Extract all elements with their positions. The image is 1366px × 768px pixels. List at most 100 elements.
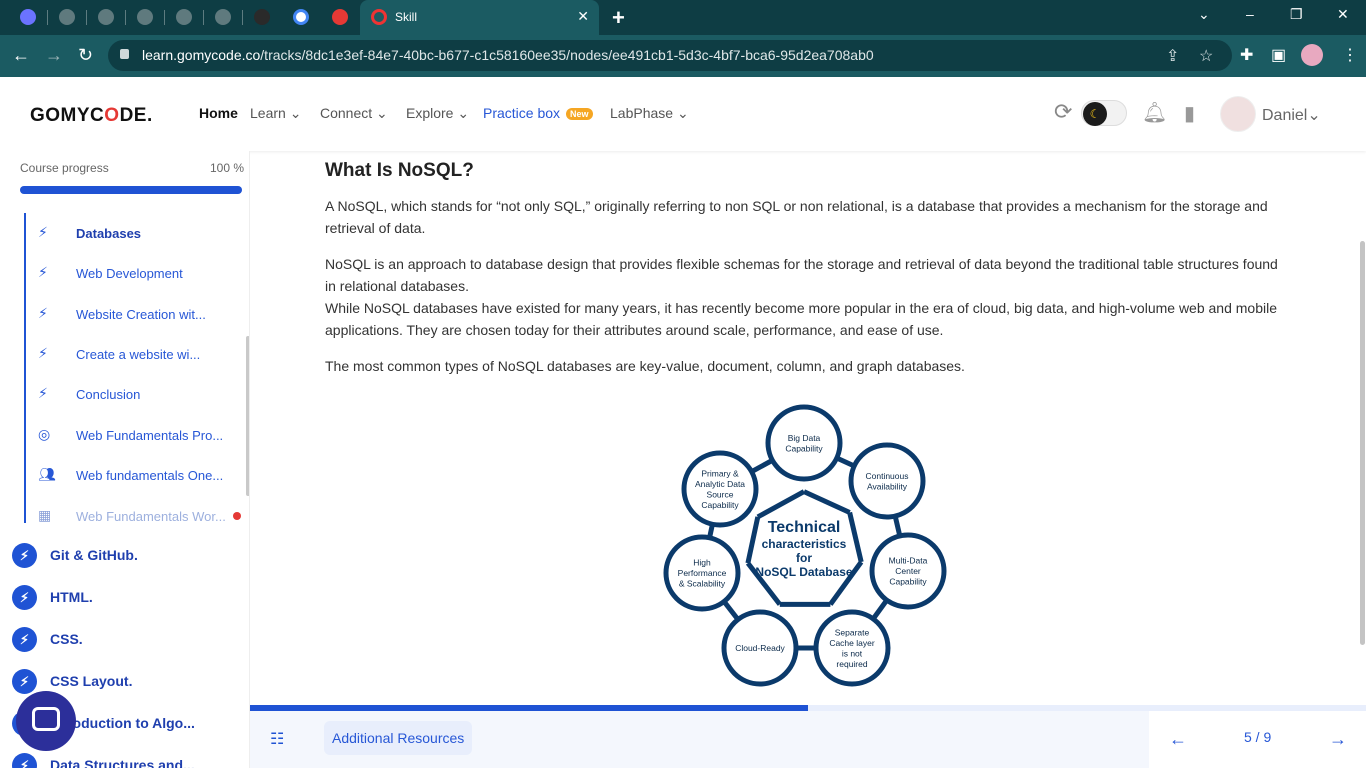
diagram-inner-link	[756, 489, 806, 520]
diagram-node: Cloud-Ready	[721, 609, 799, 687]
diagram-node-label: Continuous	[865, 471, 908, 481]
active-tab[interactable]: Skill ✕	[360, 0, 599, 35]
diagram-node-label: Multi-Data	[889, 556, 928, 566]
diagram-node: SeparateCache layeris notrequired	[813, 609, 891, 687]
close-window-button[interactable]: ✕	[1337, 6, 1349, 23]
diagram-inner-link	[802, 489, 851, 515]
menu-dots-icon[interactable]: ⋮	[1342, 45, 1358, 65]
minimize-button[interactable]: –	[1246, 6, 1254, 22]
diagram-inner-link	[847, 511, 864, 563]
diagram-node-label: Center	[895, 566, 921, 576]
bell-icon[interactable]: 🔔︎	[1142, 100, 1167, 125]
lesson-pager: ← 5 / 9 →	[1149, 711, 1366, 768]
module-tree-line	[24, 213, 26, 523]
paragraph: A NoSQL, which stands for “not only SQL,…	[325, 198, 1268, 236]
user-avatar[interactable]	[1220, 96, 1256, 132]
chevron-down-icon[interactable]: ⌄	[1198, 6, 1210, 23]
tab-favicon[interactable]	[137, 9, 153, 25]
nav-practice-box[interactable]: Practice box	[483, 105, 560, 121]
nav-connect[interactable]: Connect ⌄	[320, 105, 388, 122]
content-scrollbar[interactable]	[1360, 241, 1365, 645]
tab-favicon[interactable]	[59, 9, 75, 25]
browser-toolbar: ← → ↻ learn.gomycode.co/tracks/8dc1e3ef-…	[0, 35, 1366, 77]
target-icon: ◎	[38, 426, 51, 442]
chat-icon[interactable]: ▮	[1184, 101, 1195, 126]
new-badge: New	[566, 108, 593, 120]
tab-favicon[interactable]	[254, 9, 270, 25]
page-counter: 5 / 9	[1244, 729, 1272, 745]
nav-explore[interactable]: Explore ⌄	[406, 105, 469, 122]
bolt-icon: ⚡︎	[12, 627, 37, 652]
tab-divider	[125, 10, 126, 25]
dark-mode-toggle[interactable]: ☾	[1081, 100, 1127, 126]
browser-tab-strip: Skill ✕ + ⌄ – ❐ ✕	[0, 0, 1366, 35]
diagram-node: Multi-DataCenterCapability	[869, 532, 947, 610]
url-text[interactable]: learn.gomycode.co/tracks/8dc1e3ef-84e7-4…	[142, 47, 874, 63]
diagram-node-label: & Scalability	[679, 579, 726, 589]
additional-resources-button[interactable]: Additional Resources	[324, 721, 473, 755]
diagram-center-text: for	[796, 551, 812, 565]
diagram-node: HighPerformance& Scalability	[663, 534, 741, 612]
diagram-node-label: Availability	[867, 481, 908, 491]
new-tab-button[interactable]: +	[612, 5, 625, 31]
diagram-node-label: Separate	[835, 627, 870, 637]
diagram-node-label: required	[836, 659, 867, 669]
side-panel-icon[interactable]: ▣	[1271, 45, 1286, 65]
back-arrow-icon[interactable]: ←	[12, 45, 30, 66]
refresh-icon[interactable]: ⟳	[1054, 99, 1072, 125]
support-chat-button[interactable]	[16, 691, 76, 751]
bolt-icon: ⚡︎	[38, 385, 48, 401]
tab-divider	[164, 10, 165, 25]
paragraph: NoSQL is an approach to database design …	[325, 256, 1278, 294]
user-menu[interactable]: Daniel⌄	[1262, 105, 1321, 125]
diagram-center-text: NoSQL Database	[755, 565, 852, 579]
browser-profile-avatar[interactable]	[1301, 44, 1323, 66]
tab-divider	[86, 10, 87, 25]
bolt-icon: ⚡︎	[38, 224, 48, 240]
paragraph: While NoSQL databases have existed for m…	[325, 300, 1278, 338]
tab-favicon[interactable]	[215, 9, 231, 25]
lesson-heading: What Is NoSQL?	[325, 160, 474, 181]
list-icon[interactable]: ☷	[270, 729, 284, 749]
tab-divider	[203, 10, 204, 25]
star-icon[interactable]: ☆	[1199, 46, 1213, 66]
next-arrow-icon[interactable]: →	[1329, 729, 1347, 750]
prev-arrow-icon[interactable]: ←	[1169, 729, 1187, 750]
diagram-node-label: Source	[707, 489, 734, 499]
close-icon[interactable]: ✕	[577, 8, 589, 25]
diagram-node-label: Big Data	[788, 433, 821, 443]
bolt-icon: ⚡︎	[12, 753, 37, 768]
bolt-icon: ⚡︎	[12, 585, 37, 610]
course-progress-bar	[20, 186, 242, 194]
nav-learn[interactable]: Learn ⌄	[250, 105, 301, 122]
restore-button[interactable]: ❐	[1290, 6, 1303, 23]
tab-favicon[interactable]	[20, 9, 36, 25]
forward-arrow-icon[interactable]: →	[45, 45, 63, 66]
diagram-node-label: Performance	[678, 568, 727, 578]
address-bar[interactable]: learn.gomycode.co/tracks/8dc1e3ef-84e7-4…	[108, 40, 1232, 71]
nav-labphase[interactable]: LabPhase ⌄	[610, 105, 689, 122]
diagram-inner-link	[745, 516, 761, 564]
diagram-center-title: Technical	[768, 519, 841, 536]
lock-icon[interactable]	[120, 49, 129, 59]
diagram-node-label: High	[693, 558, 711, 568]
diagram-node-label: Capability	[889, 577, 927, 587]
extensions-icon[interactable]: ✚	[1240, 45, 1253, 65]
diagram-node-label: Capability	[701, 500, 739, 510]
tab-favicon[interactable]	[176, 9, 192, 25]
bolt-icon: ⚡︎	[12, 543, 37, 568]
gomycode-logo[interactable]: GOMYCODE.	[30, 105, 153, 127]
diagram-node-label: is not	[842, 648, 863, 658]
bolt-icon: ⚡︎	[38, 305, 48, 321]
google-tab-favicon[interactable]	[293, 9, 309, 25]
people-icon: 👥︎	[38, 466, 56, 482]
app-header: GOMYCODE. Home Learn ⌄ Connect ⌄ Explore…	[0, 77, 1366, 151]
share-icon[interactable]: ⇪	[1166, 46, 1179, 66]
reload-icon[interactable]: ↻	[78, 45, 93, 66]
tab-favicon[interactable]	[98, 9, 114, 25]
tab-favicon[interactable]	[332, 9, 348, 25]
tab-favicon	[371, 9, 387, 25]
workshop-icon: ▦	[38, 507, 52, 523]
diagram-node: ContinuousAvailability	[848, 442, 926, 520]
nav-home[interactable]: Home	[199, 105, 238, 121]
